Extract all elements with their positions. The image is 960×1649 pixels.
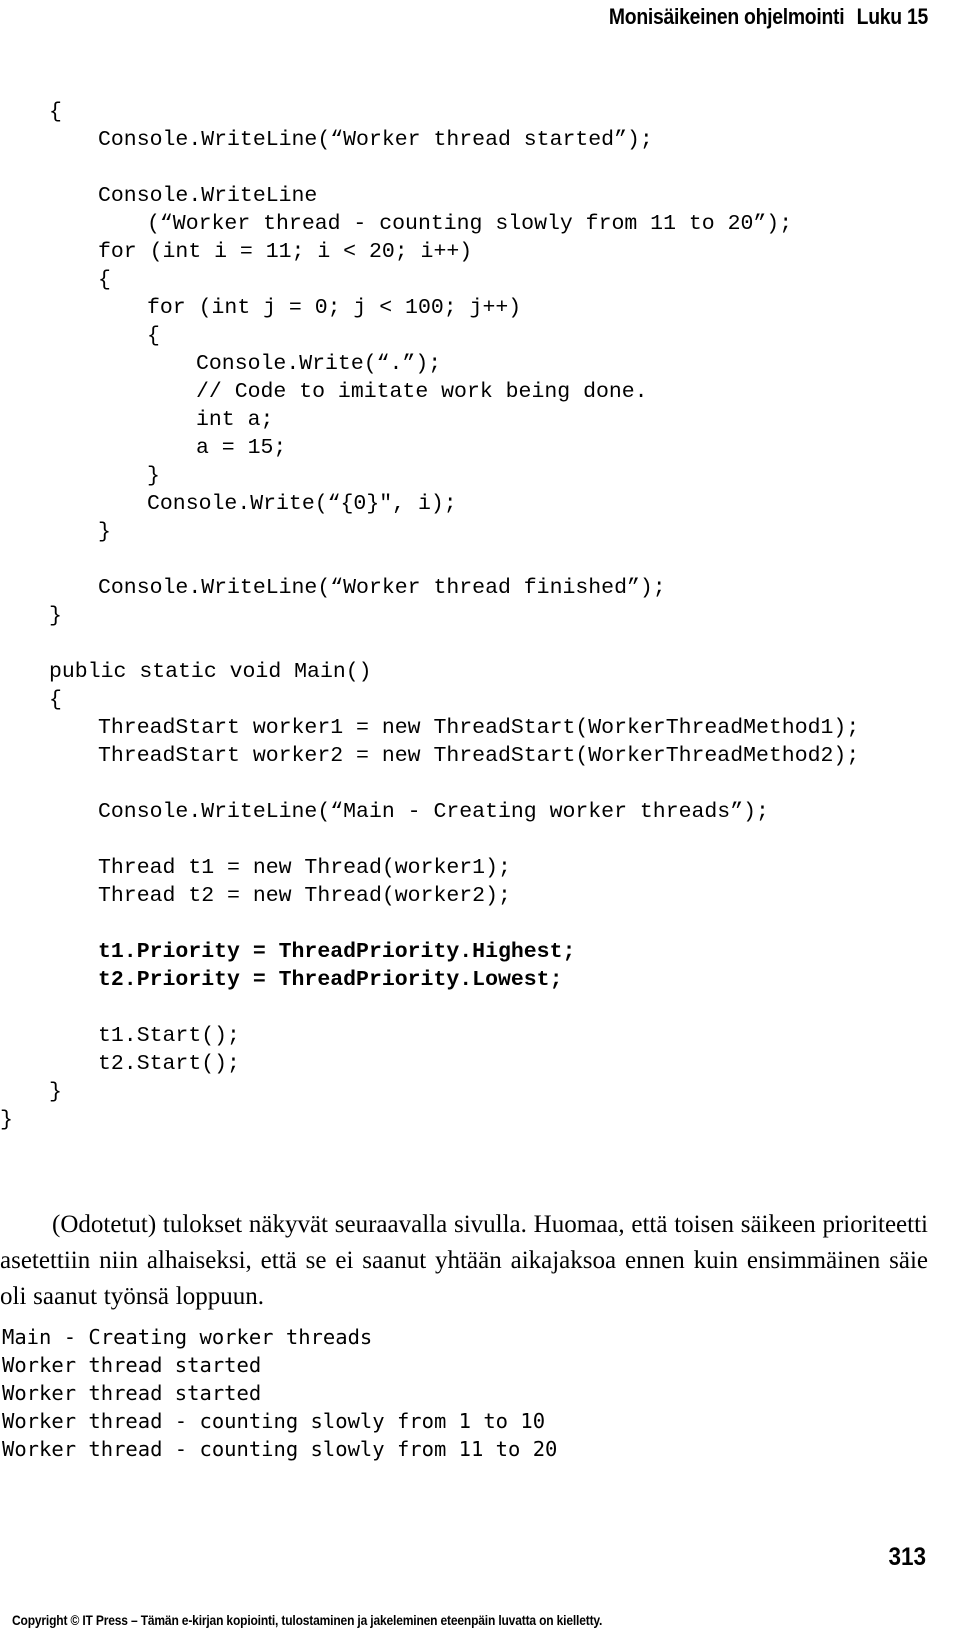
code-listing: { Console.WriteLine(“Worker thread starte… [0,98,960,1134]
code-line-text: public static void Main() [49,659,372,684]
code-line-text: t1.Start(); [98,1023,240,1048]
code-line-text: for (int i = 11; i < 20; i++) [98,239,473,264]
code-line-text: t1.Priority = ThreadPriority.Highest; [98,939,576,964]
code-line-text: } [0,1107,13,1132]
code-line: t1.Start(); [0,1022,960,1050]
code-line: } [0,602,960,630]
code-line: for (int j = 0; j < 100; j++) [0,294,960,322]
body-paragraph: (Odotetut) tulokset näkyvät seuraavalla … [0,1211,928,1310]
code-line: ThreadStart worker2 = new ThreadStart(Wo… [0,742,960,770]
code-line: t1.Priority = ThreadPriority.Highest; [0,938,960,966]
code-line-text: // Code to imitate work being done. [196,379,648,404]
page-footer-copyright: Copyright © IT Press – Tämän e-kirjan ko… [12,1612,603,1628]
code-line: t2.Start(); [0,1050,960,1078]
code-line: { [0,686,960,714]
code-line: ThreadStart worker1 = new ThreadStart(Wo… [0,714,960,742]
code-line: a = 15; [0,434,960,462]
code-line: Console.Write(“{0}", i); [0,490,960,518]
code-line-text: Thread t2 = new Thread(worker2); [98,883,511,908]
code-line: (“Worker thread - counting slowly from 1… [0,210,960,238]
code-line-text: t2.Start(); [98,1051,240,1076]
code-line-text: Console.WriteLine [98,183,318,208]
code-line-text: { [49,99,62,124]
code-line-text: { [147,323,160,348]
code-line: public static void Main() [0,658,960,686]
code-line-text: a = 15; [196,435,287,460]
code-line: Console.WriteLine(“Worker thread finishe… [0,574,960,602]
console-output-line: Worker thread started [2,1380,262,1405]
code-line-text: } [147,463,160,488]
code-line-text: (“Worker thread - counting slowly from 1… [147,211,793,236]
code-line-text: Thread t1 = new Thread(worker1); [98,855,511,880]
page-number: 313 [888,1543,926,1571]
running-head-section: Monisäikeinen ohjelmointi [608,4,845,29]
code-line: } [0,518,960,546]
code-line: Console.Write(“.”); [0,350,960,378]
code-line-text: t2.Priority = ThreadPriority.Lowest; [98,967,563,992]
code-line-text: { [98,267,111,292]
code-line: // Code to imitate work being done. [0,378,960,406]
code-line-text: for (int j = 0; j < 100; j++) [147,295,522,320]
code-line-text: Console.WriteLine(“Worker thread started… [98,127,653,152]
code-line-text: ThreadStart worker2 = new ThreadStart(Wo… [98,743,860,768]
code-line: } [0,462,960,490]
code-line-text: Console.WriteLine(“Main - Creating worke… [98,799,769,824]
console-output-line: Worker thread - counting slowly from 11 … [2,1436,558,1461]
code-line: int a; [0,406,960,434]
running-head-chapter: Luku 15 [856,4,929,29]
code-line-text: int a; [196,407,274,432]
code-line: Thread t1 = new Thread(worker1); [0,854,960,882]
code-line-text: } [49,603,62,628]
code-line-text: { [49,687,62,712]
code-line-text: Console.Write(“{0}", i); [147,491,457,516]
code-line-text: } [49,1079,62,1104]
code-line: Console.WriteLine(“Worker thread started… [0,126,960,154]
console-output-line: Main - Creating worker threads [2,1324,373,1349]
code-line-text: } [98,519,111,544]
code-line: Console.WriteLine [0,182,960,210]
console-output-block: Main - Creating worker threads Worker thr… [2,1323,702,1463]
code-line: } [0,1106,960,1134]
running-head: Monisäikeinen ohjelmointi Luku 15 [111,4,928,30]
code-line: for (int i = 11; i < 20; i++) [0,238,960,266]
console-output-line: Worker thread - counting slowly from 1 t… [2,1408,546,1433]
code-line: Console.WriteLine(“Main - Creating worke… [0,798,960,826]
code-line-text: ThreadStart worker1 = new ThreadStart(Wo… [98,715,860,740]
code-line: Thread t2 = new Thread(worker2); [0,882,960,910]
code-line: } [0,1078,960,1106]
console-output-line: Worker thread started [2,1352,262,1377]
code-line-text: Console.WriteLine(“Worker thread finishe… [98,575,666,600]
code-line: { [0,98,960,126]
code-line: { [0,266,960,294]
code-line-text: Console.Write(“.”); [196,351,442,376]
code-line: { [0,322,960,350]
code-line: t2.Priority = ThreadPriority.Lowest; [0,966,960,994]
